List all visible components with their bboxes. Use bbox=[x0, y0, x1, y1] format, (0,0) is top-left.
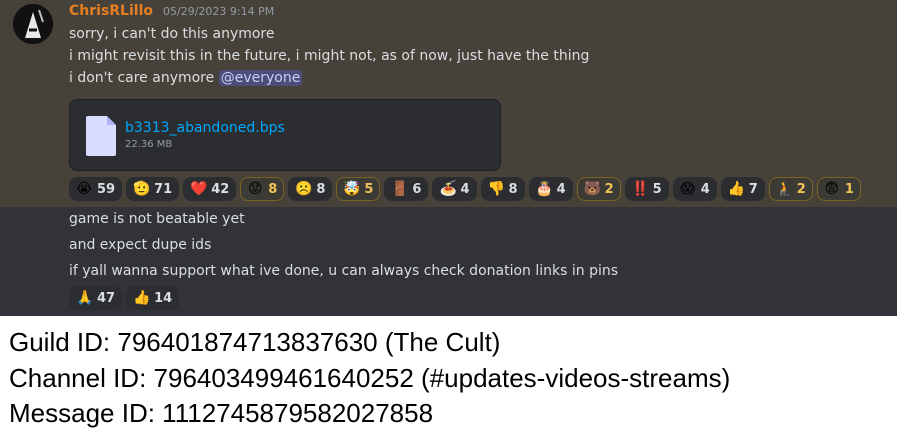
reaction-emoji-icon: 🫡 bbox=[133, 181, 151, 197]
file-name-link[interactable]: b3313_abandoned.bps bbox=[125, 120, 285, 136]
reaction-emoji-icon: 😟 bbox=[247, 181, 263, 197]
message-line: sorry, i can't do this anymore bbox=[69, 26, 275, 42]
message-id-text: Message ID: 1112745879582027858 bbox=[9, 398, 434, 428]
reaction-button[interactable]: 🧎 2 bbox=[768, 177, 813, 201]
reaction-count: 8 bbox=[268, 181, 278, 197]
reaction-count: 71 bbox=[154, 181, 173, 197]
reaction-count: 8 bbox=[316, 181, 326, 197]
file-attachment[interactable]: b3313_abandoned.bps 22.36 MB bbox=[69, 99, 501, 171]
reaction-emoji-icon: ‼️ bbox=[631, 181, 650, 197]
reaction-button[interactable]: 🫡 71 bbox=[126, 177, 180, 201]
reaction-button[interactable]: 👎 8 bbox=[480, 177, 525, 201]
reaction-button[interactable]: 😱 4 bbox=[672, 177, 717, 201]
reaction-button[interactable]: 🍝 4 bbox=[432, 177, 477, 201]
file-size: 22.36 MB bbox=[125, 139, 173, 150]
reaction-emoji-icon: 🐻 bbox=[583, 181, 602, 197]
reaction-emoji-icon: 🧎 bbox=[775, 181, 794, 197]
followup-line: game is not beatable yet bbox=[69, 211, 245, 227]
reaction-button[interactable]: 👍 14 bbox=[126, 286, 180, 310]
reaction-count: 14 bbox=[154, 290, 173, 306]
highlighted-message: ChrisRLillo 05/29/2023 9:14 PM sorry, i … bbox=[0, 0, 897, 207]
reaction-emoji-icon: 👎 bbox=[487, 181, 505, 197]
reaction-emoji-icon: 😨 bbox=[824, 181, 840, 197]
reaction-emoji-icon: 😭 bbox=[76, 181, 93, 197]
reaction-count: 5 bbox=[364, 181, 374, 197]
message-text: i don't care anymore bbox=[69, 70, 219, 86]
reaction-count: 7 bbox=[748, 181, 758, 197]
avatar[interactable] bbox=[13, 4, 53, 44]
reaction-button[interactable]: 👍 7 bbox=[720, 177, 765, 201]
everyone-mention[interactable]: @everyone bbox=[218, 70, 303, 86]
message-line: i don't care anymore @everyone bbox=[69, 68, 303, 88]
username[interactable]: ChrisRLillo bbox=[69, 3, 153, 19]
guild-id-text: Guild ID: 796401874713837630 (The Cult) bbox=[9, 327, 501, 357]
reaction-bar: 😭 59 🫡 71 ❤️ 42 😟 8 ☹️ 8 🤯 5 🚪 6 🍝 4 👎 8 🎂 4 🐻 2 ‼️ 5 😱 4 👍 7 🧎 2 😨 1 bbox=[69, 177, 861, 201]
reaction-button[interactable]: ❤️ 42 bbox=[183, 177, 237, 201]
reaction-emoji-icon: 🎂 bbox=[535, 181, 553, 197]
reaction-emoji-icon: 👍 bbox=[727, 181, 746, 197]
reaction-count: 1 bbox=[844, 181, 854, 197]
reaction-count: 2 bbox=[796, 181, 806, 197]
reaction-emoji-icon: 👍 bbox=[133, 290, 151, 306]
reaction-button[interactable]: 😟 8 bbox=[240, 177, 285, 201]
reaction-button[interactable]: 😭 59 bbox=[69, 177, 123, 201]
reaction-count: 59 bbox=[97, 181, 116, 197]
reaction-emoji-icon: 🤯 bbox=[343, 181, 361, 197]
reaction-count: 6 bbox=[412, 181, 422, 197]
reaction-button[interactable]: 🐻 2 bbox=[576, 177, 621, 201]
reaction-emoji-icon: 🚪 bbox=[391, 181, 409, 197]
reaction-button[interactable]: ☹️ 8 bbox=[288, 177, 333, 201]
reaction-count: 4 bbox=[556, 181, 566, 197]
reaction-button[interactable]: 🎂 4 bbox=[528, 177, 573, 201]
followup-line: if yall wanna support what ive done, u c… bbox=[69, 263, 619, 279]
reaction-count: 47 bbox=[97, 290, 116, 306]
reaction-count: 8 bbox=[508, 181, 518, 197]
reaction-button[interactable]: 🙏 47 bbox=[69, 286, 123, 310]
message-header: ChrisRLillo 05/29/2023 9:14 PM bbox=[69, 3, 274, 23]
reaction-count: 42 bbox=[211, 181, 230, 197]
reaction-count: 4 bbox=[460, 181, 470, 197]
channel-id-text: Channel ID: 796403499461640252 (#updates… bbox=[9, 363, 731, 393]
reaction-emoji-icon: 🙏 bbox=[76, 290, 94, 306]
reaction-emoji-icon: ☹️ bbox=[295, 181, 313, 197]
timestamp[interactable]: 05/29/2023 9:14 PM bbox=[163, 5, 274, 18]
file-icon bbox=[86, 116, 116, 156]
reaction-count: 4 bbox=[700, 181, 710, 197]
followup-line: and expect dupe ids bbox=[69, 237, 212, 253]
reaction-emoji-icon: 🍝 bbox=[439, 181, 457, 197]
reaction-button[interactable]: 🚪 6 bbox=[384, 177, 429, 201]
reaction-count: 2 bbox=[604, 181, 614, 197]
reaction-button[interactable]: 😨 1 bbox=[816, 177, 861, 201]
reaction-emoji-icon: 😱 bbox=[680, 181, 695, 197]
reaction-emoji-icon: ❤️ bbox=[190, 181, 208, 197]
chat-panel: ChrisRLillo 05/29/2023 9:14 PM sorry, i … bbox=[0, 0, 897, 316]
message-line: i might revisit this in the future, i mi… bbox=[69, 48, 590, 64]
reaction-bar: 🙏 47 👍 14 bbox=[69, 286, 180, 310]
reaction-button[interactable]: 🤯 5 bbox=[336, 177, 381, 201]
reaction-count: 5 bbox=[652, 181, 662, 197]
reaction-button[interactable]: ‼️ 5 bbox=[624, 177, 669, 201]
